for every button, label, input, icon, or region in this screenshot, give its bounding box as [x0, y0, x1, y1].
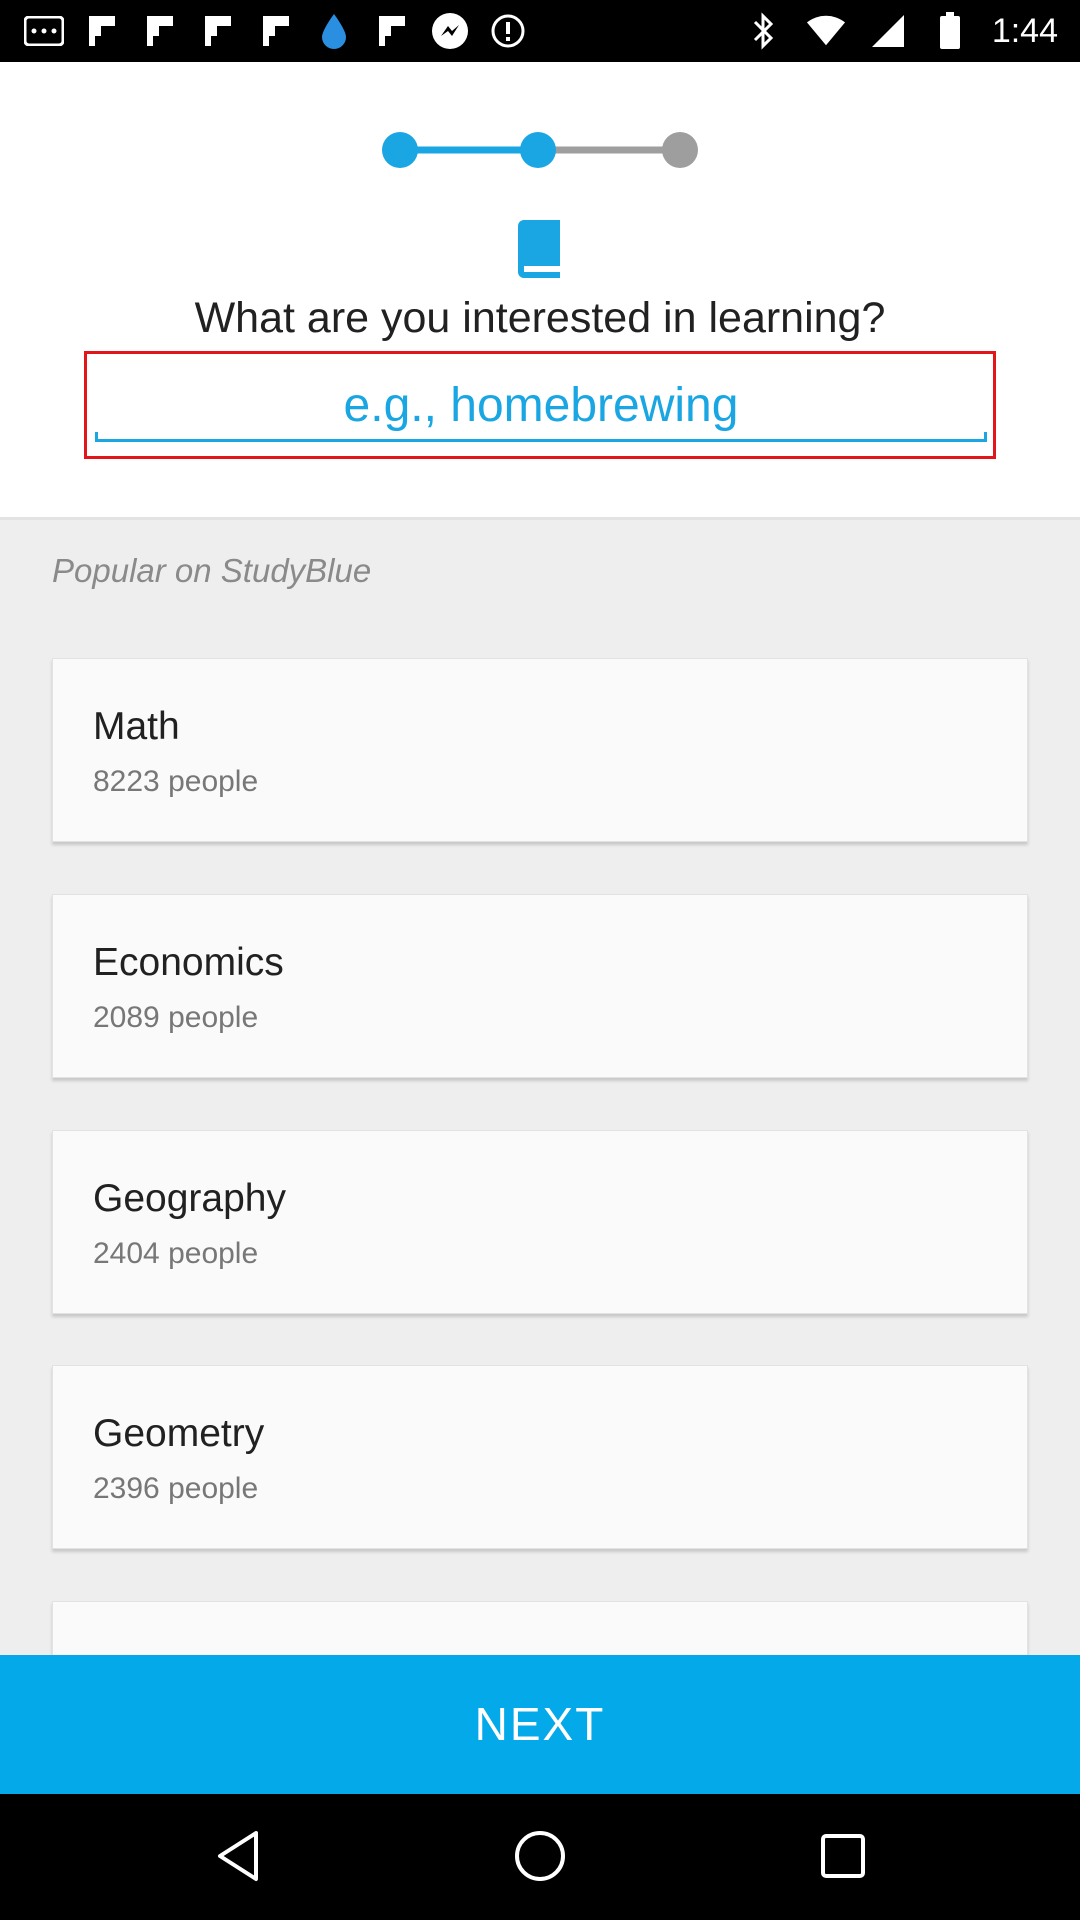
photos-icon: [24, 11, 64, 51]
topic-people-count: 2089 people: [93, 1001, 259, 1034]
interest-question: What are you interested in learning?: [194, 294, 886, 342]
status-bar: 1:44: [0, 0, 1080, 62]
notification-icons: [24, 10, 528, 52]
messenger-icon: [430, 11, 470, 51]
recent-apps-icon[interactable]: [803, 1816, 883, 1896]
flipboard-icon: [256, 11, 296, 51]
topic-card-geometry[interactable]: Geometry 2396 people: [52, 1365, 1028, 1549]
topic-people-count: 2396 people: [93, 1472, 259, 1505]
topic-people-count: 2404 people: [93, 1237, 259, 1270]
interest-search-input[interactable]: [95, 360, 987, 450]
search-field-highlight: [84, 351, 996, 459]
topic-people-count: 8223 people: [93, 765, 259, 798]
wifi-icon: [806, 11, 846, 51]
flipboard-icon: [372, 11, 412, 51]
navigation-bar: [0, 1794, 1080, 1920]
back-icon[interactable]: [198, 1816, 278, 1896]
bluetooth-icon: [744, 11, 784, 51]
flipboard-icon: [140, 11, 180, 51]
flipboard-icon: [82, 11, 122, 51]
flipboard-icon: [198, 11, 238, 51]
topic-card-economics[interactable]: Economics 2089 people: [52, 894, 1028, 1078]
info-circle-icon: [488, 11, 528, 51]
topic-card-geography[interactable]: Geography 2404 people: [52, 1130, 1028, 1314]
interest-panel: What are you interested in learning?: [0, 62, 1080, 520]
input-underline: [95, 432, 987, 442]
topic-name: Geography: [93, 1177, 286, 1220]
clock-time: 1:44: [991, 11, 1058, 50]
water-drop-icon: [314, 11, 354, 51]
system-icons: 1:44: [744, 10, 1058, 52]
progress-stepper: [382, 132, 698, 168]
battery-icon: [930, 11, 970, 51]
topic-name: Math: [93, 705, 180, 748]
signal-icon: [868, 11, 908, 51]
popular-section-title: Popular on StudyBlue: [52, 552, 372, 589]
book-icon: [516, 218, 564, 280]
topic-name: Economics: [93, 941, 284, 984]
home-icon[interactable]: [500, 1816, 580, 1896]
next-button[interactable]: NEXT: [0, 1655, 1080, 1794]
topic-name: Geometry: [93, 1412, 265, 1455]
topic-card-math[interactable]: Math 8223 people: [52, 658, 1028, 842]
